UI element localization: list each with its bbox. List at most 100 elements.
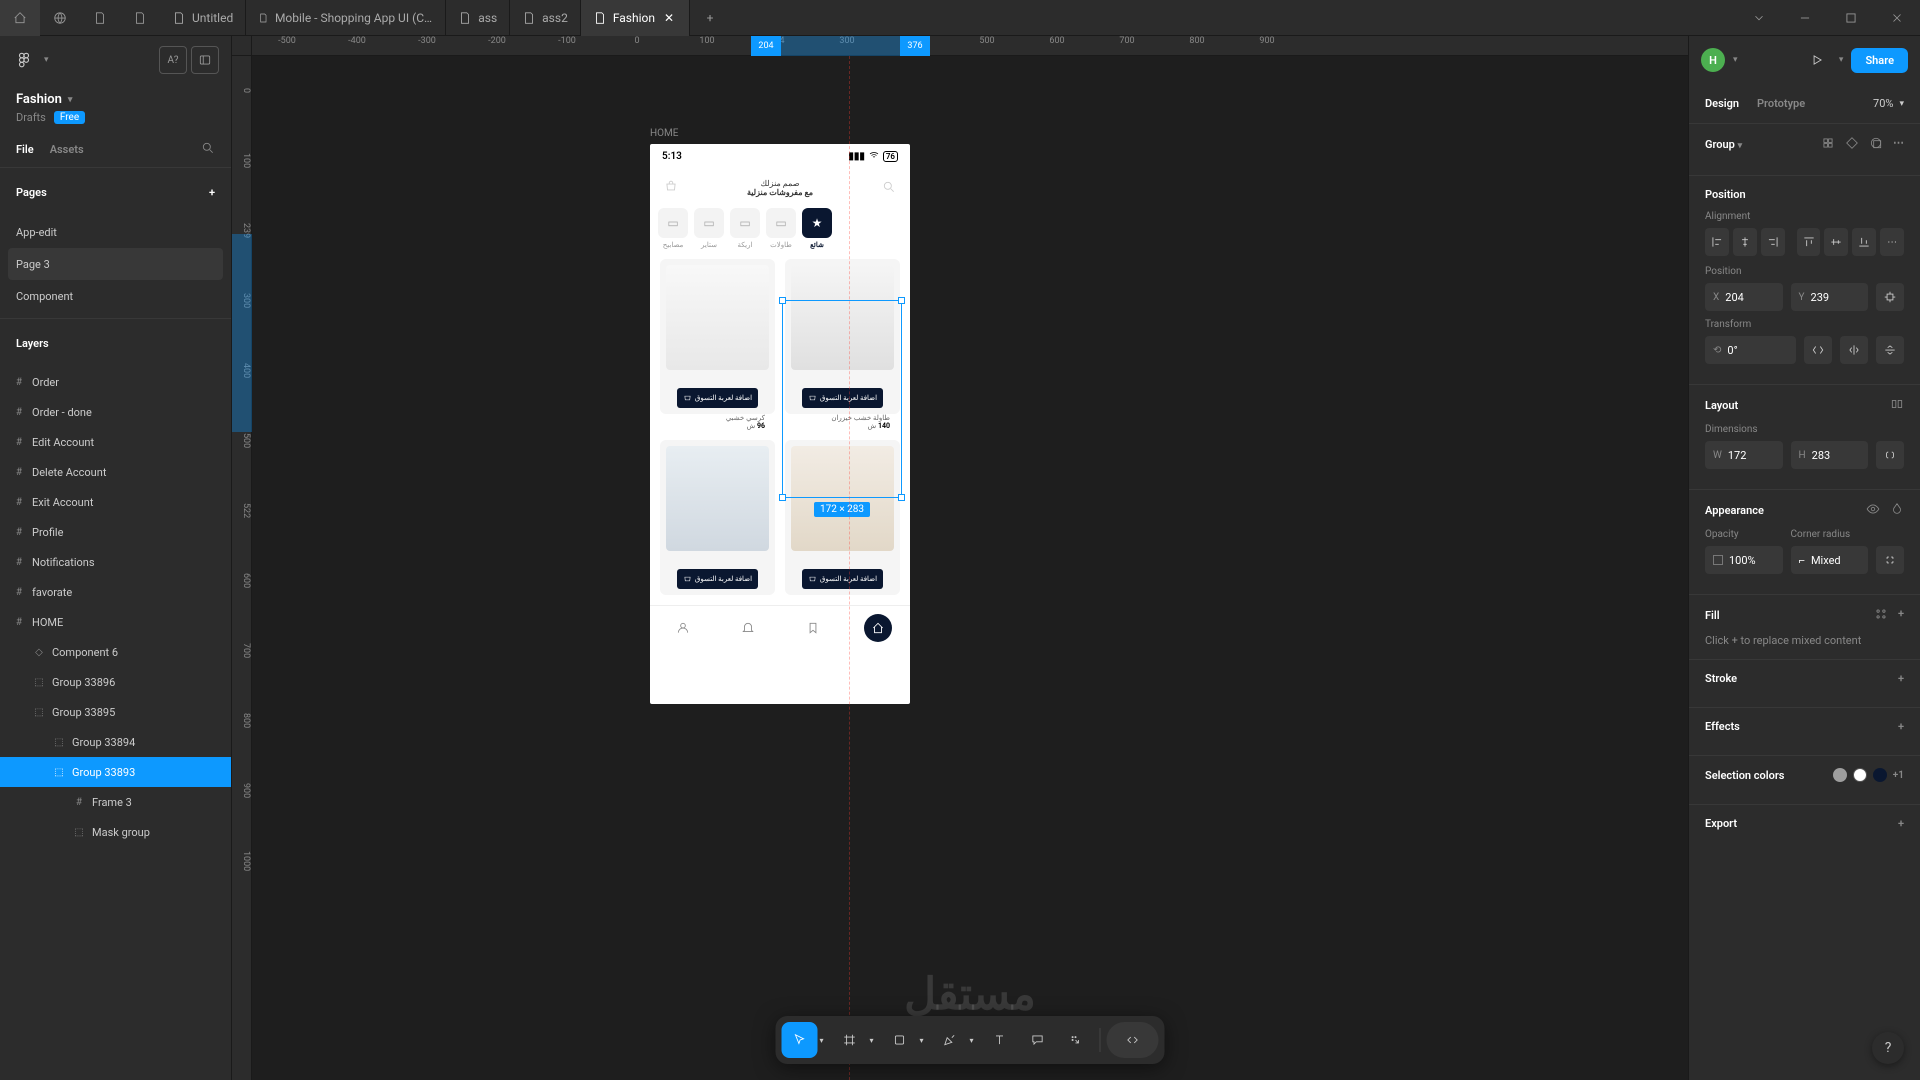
zoom-level[interactable]: 70%▾ [1873,97,1904,110]
more-icon[interactable]: ⋯ [1893,136,1904,153]
layer-item[interactable]: #Notifications [0,547,231,577]
corner-input[interactable]: ⌐Mixed [1791,546,1869,574]
absolute-position-icon[interactable] [1876,283,1904,311]
maximize-icon[interactable] [1828,0,1874,36]
profile-nav-icon[interactable] [669,614,697,642]
pen-tool-caret[interactable]: ▾ [964,1022,980,1058]
tab-file-icon[interactable] [120,0,160,36]
new-tab-icon[interactable]: + [690,0,730,36]
layer-item[interactable]: #HOME [0,607,231,637]
chevron-down-icon[interactable]: ▾ [68,95,73,105]
home-icon[interactable] [0,0,40,36]
close-icon[interactable] [1874,0,1920,36]
tab-untitled[interactable]: Untitled [160,0,246,36]
layer-item[interactable]: #favorate [0,577,231,607]
share-button[interactable]: Share [1851,48,1908,73]
drafts-label[interactable]: Drafts [16,111,46,124]
home-nav-icon[interactable] [864,614,892,642]
bell-nav-icon[interactable] [734,614,762,642]
actions-tool[interactable] [1058,1022,1094,1058]
add-fill-icon[interactable]: + [1898,607,1904,624]
blend-icon[interactable] [1890,502,1904,519]
align-center-v-icon[interactable] [1824,228,1848,256]
tab-prototype[interactable]: Prototype [1757,97,1805,110]
color-swatch[interactable] [1833,768,1847,782]
globe-icon[interactable] [40,0,80,36]
category-item[interactable]: ▭مصابيح [658,208,688,249]
layer-item[interactable]: ⬚Mask group [0,817,231,847]
height-input[interactable]: H283 [1791,441,1869,469]
tab-assets[interactable]: Assets [50,143,84,156]
layer-item[interactable]: #Delete Account [0,457,231,487]
layer-item[interactable]: ⬚Group 33894 [0,727,231,757]
chevron-down-icon[interactable] [1736,0,1782,36]
color-swatch[interactable] [1873,768,1887,782]
constrain-icon[interactable] [1876,441,1904,469]
layer-item[interactable]: #Frame 3 [0,787,231,817]
close-icon[interactable]: ✕ [661,10,677,26]
filename[interactable]: Fashion [16,92,62,107]
flip-v-icon[interactable] [1876,336,1904,364]
product-card[interactable]: اضافة لعربة التسوق [785,259,900,414]
tab-fashion[interactable]: Fashion✕ [581,0,690,36]
tab-ass[interactable]: ass [446,0,510,36]
avatar[interactable]: H [1701,48,1725,72]
frame-label[interactable]: HOME [650,128,678,139]
y-input[interactable]: Y239 [1791,283,1869,311]
layer-item[interactable]: ⬚Group 33895 [0,697,231,727]
chevron-down-icon[interactable]: ▾ [1839,55,1844,65]
tab-file-icon[interactable] [80,0,120,36]
component-icon[interactable] [1821,136,1835,153]
more-align-icon[interactable]: ⋯ [1880,228,1904,256]
flip-h-icon[interactable] [1840,336,1868,364]
shape-tool-caret[interactable]: ▾ [914,1022,930,1058]
text-tool[interactable] [982,1022,1018,1058]
tab-mobile[interactable]: Mobile - Shopping App UI (Community) [246,0,446,36]
canvas-area[interactable]: HOME 5:13 ▮▮▮ 76 صمم منزلك مع مفروشات من… [252,56,1688,1080]
category-item[interactable]: ★شائع [802,208,832,249]
rotation-input[interactable]: ⟲0° [1705,336,1796,364]
layer-item[interactable]: #Profile [0,517,231,547]
page-item[interactable]: App-edit [0,216,231,248]
add-to-cart-button[interactable]: اضافة لعربة التسوق [677,569,758,589]
opacity-input[interactable]: 100% [1705,546,1783,574]
add-to-cart-button[interactable]: اضافة لعربة التسوق [677,388,758,408]
tab-ass2[interactable]: ass2 [510,0,581,36]
search-icon[interactable] [201,141,215,158]
product-card[interactable]: اضافة لعربة التسوق [660,259,775,414]
chevron-down-icon[interactable]: ▾ [44,55,49,65]
mask-icon[interactable] [1869,136,1883,153]
align-center-h-icon[interactable] [1733,228,1757,256]
shape-tool[interactable] [882,1022,918,1058]
more-colors[interactable]: +1 [1893,770,1904,781]
frame-tool-caret[interactable]: ▾ [864,1022,880,1058]
minimize-icon[interactable] [1782,0,1828,36]
color-swatch[interactable] [1853,768,1867,782]
width-input[interactable]: W172 [1705,441,1783,469]
keyboard-icon[interactable]: A? [159,46,187,74]
autolayout-icon[interactable] [1890,397,1904,414]
canvas[interactable]: -500-400-300-200-10001002043003765006007… [232,36,1688,1080]
product-card[interactable]: اضافة لعربة التسوق [785,440,900,595]
search-icon[interactable] [882,180,896,197]
align-right-icon[interactable] [1761,228,1785,256]
move-tool-caret[interactable]: ▾ [814,1022,830,1058]
chevron-down-icon[interactable]: ▾ [1738,141,1743,151]
page-item[interactable]: Page 3 [8,248,223,280]
layer-item[interactable]: ⬚Group 33896 [0,667,231,697]
sidebar-toggle-icon[interactable] [191,46,219,74]
layer-item[interactable]: #Order [0,367,231,397]
bookmark-nav-icon[interactable] [799,614,827,642]
add-to-cart-button[interactable]: اضافة لعربة التسوق [802,388,883,408]
frame-tool[interactable] [832,1022,868,1058]
layer-item[interactable]: #Order - done [0,397,231,427]
tab-file[interactable]: File [16,143,34,156]
move-tool[interactable] [782,1022,818,1058]
product-card[interactable]: اضافة لعربة التسوق [660,440,775,595]
align-top-icon[interactable] [1797,228,1821,256]
mockup-frame[interactable]: 5:13 ▮▮▮ 76 صمم منزلك مع مفروشات منزلية [650,144,910,704]
comment-tool[interactable] [1020,1022,1056,1058]
align-left-icon[interactable] [1705,228,1729,256]
layers-list[interactable]: #Order#Order - done#Edit Account#Delete … [0,367,231,1080]
chevron-down-icon[interactable]: ▾ [1733,55,1738,65]
